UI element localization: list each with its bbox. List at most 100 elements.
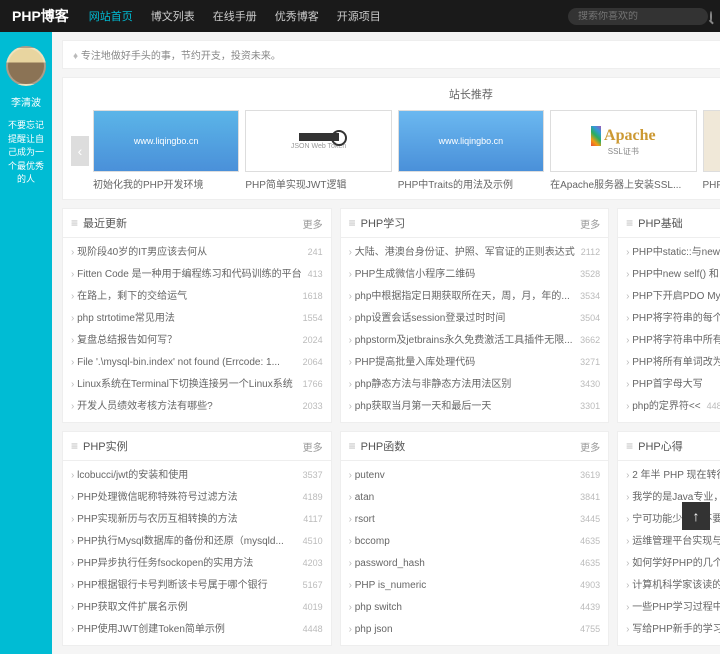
item-count: 4203 (303, 556, 323, 572)
item-text: PHP处理微信昵称特殊符号过滤方法 (71, 490, 297, 506)
item-text: 在路上，剩下的交给运气 (71, 289, 297, 305)
recommend-card[interactable]: www.liqingbo.cn 初始化我的PHP开发环境 (93, 110, 239, 191)
list-item[interactable]: 一些PHP学习过程中的心得和经验8629 (618, 597, 720, 619)
list-item[interactable]: phpstorm及jetbrains永久免费激活工具插件无限...3662 (341, 330, 608, 352)
recommend-card[interactable]: PHP开发文档-PHP从入门到... (703, 110, 720, 191)
list-item[interactable]: 运维管理平台实现与学习心得5067 (618, 531, 720, 553)
carousel-prev-icon[interactable]: ‹ (71, 136, 89, 166)
list-item[interactable]: 复盘总结报告如何写？ 2024 (63, 330, 331, 352)
item-count: 2064 (303, 355, 323, 371)
list-item[interactable]: password_hash4635 (341, 553, 608, 575)
list-item[interactable]: 如何学好PHP的几个重要心得7801 (618, 553, 720, 575)
list-item[interactable]: php设置会话session登录过时时间3504 (341, 308, 608, 330)
item-text: PHP生成微信小程序二维码 (349, 267, 574, 283)
list-item[interactable]: PHP将字符串的每个单词的首字符变成大写4349 (618, 308, 720, 330)
nav-link[interactable]: 网站首页 (89, 8, 133, 24)
list-item[interactable]: 大陆、港澳台身份证、护照、军官证的正则表达式 2112 (341, 242, 608, 264)
item-text: password_hash (349, 556, 574, 572)
item-text: php中根据指定日期获取所在天，周，月，年的... (349, 289, 574, 305)
search-box[interactable] (568, 8, 708, 25)
list-item[interactable]: PHP使用JWT创建Token简单示例4448 (63, 619, 331, 641)
item-text: PHP首字母大写 (626, 377, 720, 393)
list-item[interactable]: 计算机科学家该读的材料 思比编码码重要5574 (618, 575, 720, 597)
list-item[interactable]: PHP生成微信小程序二维码 3528 (341, 264, 608, 286)
list-item[interactable]: PHP中new self() 和 new static() 的区别4276 (618, 264, 720, 286)
list-panel: PHP学习更多大陆、港澳台身份证、护照、军官证的正则表达式2112PHP生成微信… (340, 208, 609, 423)
list-item[interactable]: PHP根据银行卡号判断该卡号属于哪个银行5167 (63, 575, 331, 597)
list-item[interactable]: Linux系统在Terminal下切换连接另一个Linux系统1766 (63, 374, 331, 396)
nav-link[interactable]: 优秀博客 (275, 8, 319, 24)
more-link[interactable]: 更多 (303, 216, 323, 231)
list-item[interactable]: Fitten Code 是一种用于编程练习和代码训练的平台 413 (63, 264, 331, 286)
more-link[interactable]: 更多 (303, 439, 323, 454)
list-item[interactable]: PHP首字母大写4651 (618, 374, 720, 396)
list-item[interactable]: php switch4439 (341, 597, 608, 619)
list-item[interactable]: 现阶段40岁的IT男应该去何从241 (63, 242, 331, 264)
more-link[interactable]: 更多 (580, 216, 600, 231)
item-count: 413 (308, 267, 323, 283)
list-item[interactable]: File '.\mysql-bin.index' not found (Errc… (63, 352, 331, 374)
item-text: 一些PHP学习过程中的心得和经验 (626, 600, 720, 616)
item-text: putenv (349, 468, 574, 484)
item-text: 计算机科学家该读的材料 思比编码码重要 (626, 578, 720, 594)
list-item[interactable]: rsort3445 (341, 509, 608, 531)
recommend-card[interactable]: www.liqingbo.cn PHP中Traits的用法及示例 (398, 110, 544, 191)
list-item[interactable]: PHP is_numeric4903 (341, 575, 608, 597)
list-item[interactable]: PHP将字符串中所有单词改为大写4409 (618, 330, 720, 352)
list-item[interactable]: 写给PHP新手的学习心得7804 (618, 619, 720, 641)
card-thumb: www.liqingbo.cn (398, 110, 544, 172)
list-item[interactable]: putenv3619 (341, 465, 608, 487)
item-count: 4439 (580, 600, 600, 616)
nav-link[interactable]: 开源项目 (337, 8, 381, 24)
list-item[interactable]: PHP实现新历与农历互相转换的方法4117 (63, 509, 331, 531)
item-text: PHP实现新历与农历互相转换的方法 (71, 512, 297, 528)
item-text: 如何学好PHP的几个重要心得 (626, 556, 720, 572)
list-item[interactable]: PHP处理微信昵称特殊符号过滤方法 4189 (63, 487, 331, 509)
item-count: 3430 (580, 377, 600, 393)
avatar[interactable] (6, 46, 46, 86)
list-item[interactable]: PHP中static::与new static()之后期静态绑定4321 (618, 242, 720, 264)
list-item[interactable]: atan3841 (341, 487, 608, 509)
list-item[interactable]: PHP异步执行任务fsockopen的实用方法4203 (63, 553, 331, 575)
item-count: 2024 (303, 333, 323, 349)
list-item[interactable]: PHP执行Mysql数据库的备份和还原（mysqld...4510 (63, 531, 331, 553)
list-item[interactable]: lcobucci/jwt的安装和使用3537 (63, 465, 331, 487)
item-count: 4189 (303, 490, 323, 506)
list-item[interactable]: php的定界符<<4480 (618, 396, 720, 418)
recommend-card[interactable]: ApacheSSL证书 在Apache服务器上安装SSL... (550, 110, 696, 191)
list-panel: PHP心得更多2 年半 PHP 现在转行技术支持后的心路历程（...4048我学… (617, 431, 720, 646)
recommend-card[interactable]: JSON Web Token PHP简单实现JWT逻辑 (245, 110, 391, 191)
list-item[interactable]: 开发人员绩效考核方法有哪些?2033 (63, 396, 331, 418)
list-item[interactable]: php strtotime常见用法1554 (63, 308, 331, 330)
item-count: 3528 (580, 267, 600, 283)
item-count: 4480 (707, 401, 720, 411)
list-item[interactable]: php中根据指定日期获取所在天，周，月，年的...3534 (341, 286, 608, 308)
list-item[interactable]: 2 年半 PHP 现在转行技术支持后的心路历程（...4048 (618, 465, 720, 487)
list-item[interactable]: php静态方法与非静态方法用法区别3430 (341, 374, 608, 396)
search-input[interactable] (578, 11, 710, 22)
item-text: Fitten Code 是一种用于编程练习和代码训练的平台 (71, 267, 302, 283)
list-item[interactable]: PHP将所有单词改为小写4228 (618, 352, 720, 374)
search-icon[interactable] (710, 11, 712, 22)
list-item[interactable]: PHP下开启PDO MySQL的扩展4215 (618, 286, 720, 308)
list-item[interactable]: PHP获取文件扩展名示例4019 (63, 597, 331, 619)
card-thumb: JSON Web Token (245, 110, 391, 172)
card-label: PHP简单实现JWT逻辑 (245, 176, 391, 191)
site-logo[interactable]: PHP博客 (12, 6, 69, 26)
list-item[interactable]: PHP提高批量入库处理代码3271 (341, 352, 608, 374)
nav-link[interactable]: 在线手册 (213, 8, 257, 24)
item-count: 2112 (581, 245, 600, 261)
nav-link[interactable]: 博文列表 (151, 8, 195, 24)
list-item[interactable]: 在路上，剩下的交给运气1618 (63, 286, 331, 308)
more-link[interactable]: 更多 (580, 439, 600, 454)
back-to-top-icon[interactable]: ↑ (682, 502, 710, 530)
item-text: 复盘总结报告如何写？ (71, 333, 297, 349)
card-thumb: www.liqingbo.cn (93, 110, 239, 172)
list-item[interactable]: php json4755 (341, 619, 608, 641)
item-text: PHP is_numeric (349, 578, 574, 594)
item-text: 大陆、港澳台身份证、护照、军官证的正则表达式 (349, 245, 575, 261)
list-item[interactable]: bccomp4635 (341, 531, 608, 553)
list-item[interactable]: php获取当月第一天和最后一天3301 (341, 396, 608, 418)
item-text: 运维管理平台实现与学习心得 (626, 534, 720, 550)
top-bar: PHP博客 网站首页 博文列表 在线手册 优秀博客 开源项目 (0, 0, 720, 32)
